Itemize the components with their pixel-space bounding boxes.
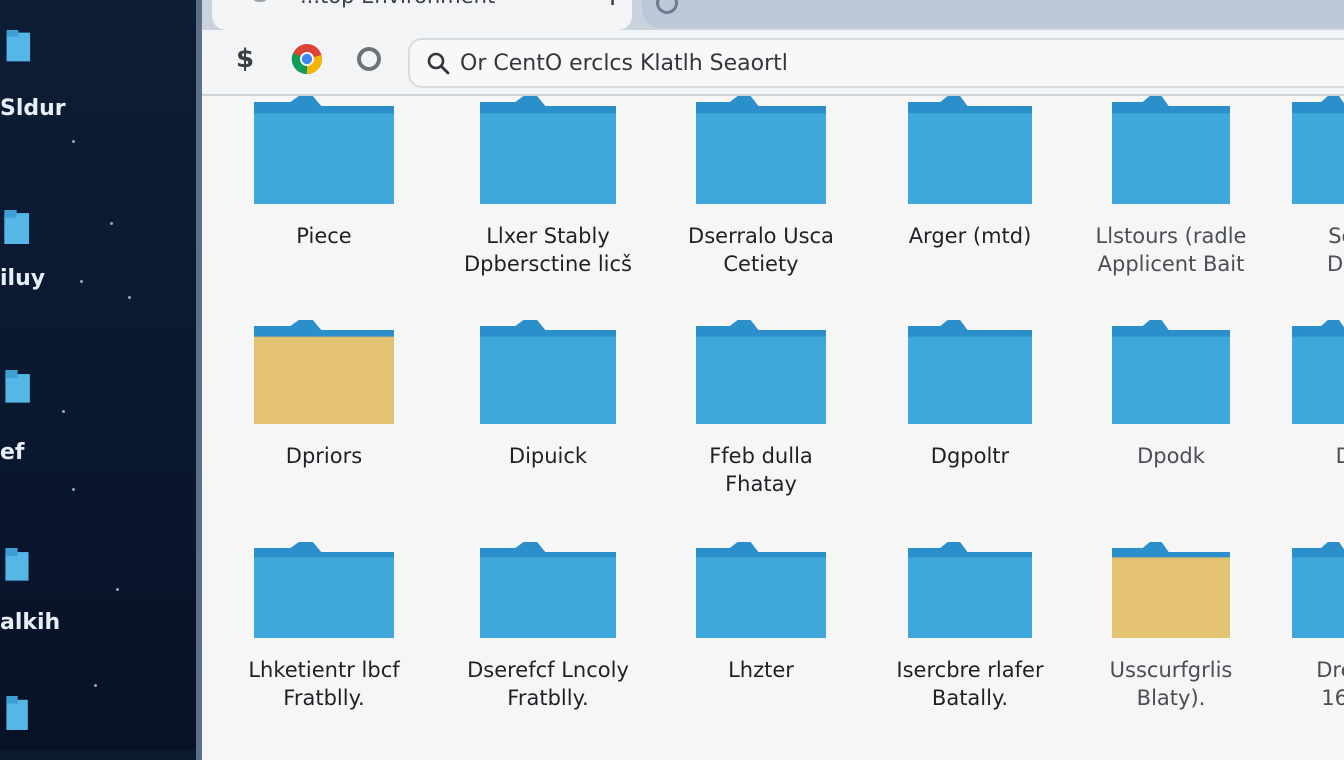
folder-label: Arger (mtd) bbox=[908, 224, 1032, 248]
desktop-item-label: ef bbox=[0, 440, 25, 465]
folder-label: Lhketientr lbcf Fratblly. bbox=[248, 658, 400, 710]
address-bar-text: Or CentO erclcs Klatlh Seaortl bbox=[460, 51, 788, 76]
folder-item[interactable]: Usscurfgrlis Blaty). bbox=[1081, 542, 1261, 712]
folder-label: Dgpoltr bbox=[930, 444, 1010, 468]
folder-icon bbox=[1292, 542, 1344, 638]
folder-label: Dpodk bbox=[1137, 444, 1205, 468]
folder-label: Piece bbox=[296, 224, 352, 248]
folder-icon bbox=[1292, 320, 1344, 424]
search-icon bbox=[427, 52, 450, 75]
folder-label: Dreen 1636 bbox=[1316, 658, 1344, 710]
desktop-background: Sldur iluy ef alkih bbox=[0, 0, 200, 750]
folder-icon bbox=[696, 96, 826, 204]
browser-window: ...top Environment + $ bbox=[196, 0, 1344, 760]
folder-icon bbox=[1292, 96, 1344, 204]
folder-label: Llxer Stably Dpbersctine licš bbox=[464, 224, 632, 276]
folder-item[interactable]: Dipuick bbox=[458, 320, 638, 470]
folder-item[interactable]: Dreen 1636 bbox=[1258, 542, 1344, 712]
desktop-folder-icon bbox=[4, 210, 30, 244]
folder-label: Llstours (radle Applicent Bait bbox=[1095, 224, 1247, 276]
folder-icon bbox=[1112, 320, 1230, 424]
folder-item[interactable]: Dserralo Usca Cetiety bbox=[671, 96, 851, 278]
tab-favicon-icon bbox=[656, 0, 678, 14]
dollar-icon[interactable]: $ bbox=[228, 42, 262, 76]
folder-label: Isercbre rlafer Batally. bbox=[896, 658, 1044, 710]
folder-item[interactable]: Ffeb dulla Fhatay bbox=[671, 320, 851, 498]
star-dot bbox=[94, 684, 97, 687]
tab-title: ...top Environment bbox=[300, 0, 495, 8]
folder-icon bbox=[696, 542, 826, 638]
folder-icon bbox=[1112, 96, 1230, 204]
tab-inactive[interactable] bbox=[642, 0, 1344, 28]
folder-icon bbox=[696, 320, 826, 424]
folder-icon bbox=[1112, 542, 1230, 638]
desktop-folder-icon bbox=[5, 370, 30, 403]
folder-item[interactable]: Dpriors bbox=[234, 320, 414, 470]
tab-strip: ...top Environment + bbox=[202, 0, 1344, 30]
address-bar[interactable]: Or CentO erclcs Klatlh Seaortl bbox=[408, 38, 1344, 88]
folder-grid: Piece Llxer Stably Dpbersctine licš Dserra… bbox=[202, 96, 1344, 760]
folder-label: Dr bbox=[1335, 444, 1344, 468]
folder-item[interactable]: Arger (mtd) bbox=[880, 96, 1060, 250]
folder-icon bbox=[254, 542, 394, 638]
folder-icon bbox=[254, 96, 394, 204]
folder-item[interactable]: Dserefcf Lncoly Fratblly. bbox=[458, 542, 638, 712]
folder-icon bbox=[480, 320, 616, 424]
star-dot bbox=[128, 296, 131, 299]
browser-toolbar: $ Or CentO erclcs Klatlh Seaortl bbox=[202, 30, 1344, 96]
folder-label: Dserefcf Lncoly Fratblly. bbox=[467, 658, 629, 710]
star-dot bbox=[110, 222, 113, 225]
desktop-folder-icon bbox=[6, 30, 31, 62]
folder-item[interactable]: Piece bbox=[234, 96, 414, 250]
star-dot bbox=[72, 140, 75, 143]
desktop-item-label: alkih bbox=[0, 610, 61, 635]
folder-item[interactable]: Isercbre rlafer Batally. bbox=[880, 542, 1060, 712]
tab-active[interactable]: ...top Environment + bbox=[212, 0, 632, 30]
star-dot bbox=[72, 488, 75, 491]
folder-item[interactable]: Dgpoltr bbox=[880, 320, 1060, 470]
desktop-item-label: Sldur bbox=[0, 96, 66, 121]
folder-icon bbox=[908, 320, 1032, 424]
folder-label: Ffeb dulla Fhatay bbox=[709, 444, 813, 496]
folder-icon bbox=[908, 96, 1032, 204]
folder-item[interactable]: Dpodk bbox=[1081, 320, 1261, 470]
new-tab-button[interactable]: + bbox=[600, 0, 625, 13]
folder-item[interactable]: Sen Dea bbox=[1258, 96, 1344, 278]
chrome-logo-icon[interactable] bbox=[290, 42, 324, 76]
tab-favicon-icon bbox=[248, 0, 272, 2]
folder-icon bbox=[254, 320, 394, 424]
star-dot bbox=[80, 280, 83, 283]
folder-item[interactable]: Llstours (radle Applicent Bait bbox=[1081, 96, 1261, 278]
folder-label: Usscurfgrlis Blaty). bbox=[1109, 658, 1233, 710]
folder-icon bbox=[480, 96, 616, 204]
folder-label: Dipuick bbox=[508, 444, 588, 468]
folder-label: Lhzter bbox=[728, 658, 794, 682]
folder-label: Dpriors bbox=[285, 444, 363, 468]
folder-item[interactable]: Lhzter bbox=[671, 542, 851, 684]
folder-item[interactable]: Llxer Stably Dpbersctine licš bbox=[458, 96, 638, 278]
desktop-item-label: iluy bbox=[0, 266, 46, 291]
desktop-folder-icon bbox=[5, 548, 29, 581]
desktop-folder-icon bbox=[6, 696, 28, 730]
folder-item[interactable]: Lhketientr lbcf Fratblly. bbox=[234, 542, 414, 712]
folder-icon bbox=[480, 542, 616, 638]
star-dot bbox=[62, 410, 65, 413]
star-dot bbox=[116, 588, 119, 591]
folder-icon bbox=[908, 542, 1032, 638]
folder-label: Sen Dea bbox=[1327, 224, 1344, 276]
reload-icon[interactable] bbox=[352, 42, 386, 76]
folder-item[interactable]: Dr bbox=[1258, 320, 1344, 470]
folder-label: Dserralo Usca Cetiety bbox=[688, 224, 834, 276]
